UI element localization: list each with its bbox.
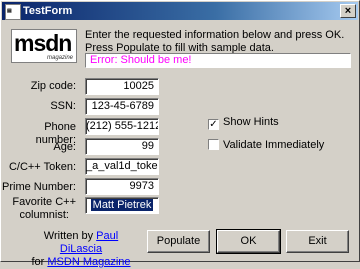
columnist-label-line1: Favorite C++ xyxy=(12,196,76,208)
app-icon-mark: ▤ xyxy=(7,8,12,14)
close-button[interactable]: × xyxy=(340,4,356,18)
phone-field[interactable]: (212) 555-1212 xyxy=(85,118,159,135)
columnist-field[interactable]: Matt Pietrek xyxy=(85,197,159,214)
validate-immediately-box[interactable] xyxy=(208,139,219,150)
credit-prefix-1: Written by xyxy=(43,230,94,242)
prime-label: Prime Number: xyxy=(2,181,76,193)
validate-immediately-label: Validate Immediately xyxy=(223,139,325,151)
show-hints-label: Show Hints xyxy=(223,116,279,128)
columnist-label-line2: columnist: xyxy=(19,209,69,221)
zip-label: Zip code: xyxy=(30,80,76,92)
logo-subtext: magazine xyxy=(46,55,73,61)
show-hints-checkbox[interactable]: ✓ Show Hints xyxy=(208,116,279,130)
window-title: TestForm xyxy=(23,5,73,17)
instructions-text: Enter the requested information below an… xyxy=(85,29,355,55)
instructions-content: Enter the requested information below an… xyxy=(85,29,345,54)
token-label: C/C++ Token: xyxy=(8,161,76,173)
populate-button[interactable]: Populate xyxy=(147,230,210,253)
zip-field[interactable]: 10025 xyxy=(85,78,159,95)
testform-window: ▤ TestForm × msdn magazine Enter the req… xyxy=(0,0,360,268)
token-field[interactable]: _a_val1d_token xyxy=(85,158,159,175)
validate-immediately-checkbox[interactable]: Validate Immediately xyxy=(208,139,324,152)
credit-text: Written by Paul DiLascia for MSDN Magazi… xyxy=(31,230,131,269)
exit-button[interactable]: Exit xyxy=(286,230,349,253)
ssn-label: SSN: xyxy=(50,100,76,112)
credit-prefix-2: for xyxy=(31,256,45,268)
app-icon: ▤ xyxy=(5,4,21,20)
show-hints-check-icon[interactable]: ✓ xyxy=(208,119,219,130)
age-field[interactable]: 99 xyxy=(85,138,159,155)
columnist-label: Favorite C++ columnist: xyxy=(12,196,76,222)
magazine-link[interactable]: MSDN Magazine xyxy=(47,256,130,268)
error-message: Error: Should be me! xyxy=(85,53,351,68)
age-label: Age: xyxy=(53,141,76,153)
msdn-logo: msdn magazine xyxy=(11,29,77,63)
columnist-value: Matt Pietrek xyxy=(90,199,154,211)
title-bar[interactable]: ▤ TestForm × xyxy=(2,2,358,20)
logo-text: msdn xyxy=(14,30,72,56)
ok-button[interactable]: OK xyxy=(216,229,281,254)
ssn-field[interactable]: 123-45-6789 xyxy=(85,98,159,115)
prime-field[interactable]: 9973 xyxy=(85,178,159,195)
